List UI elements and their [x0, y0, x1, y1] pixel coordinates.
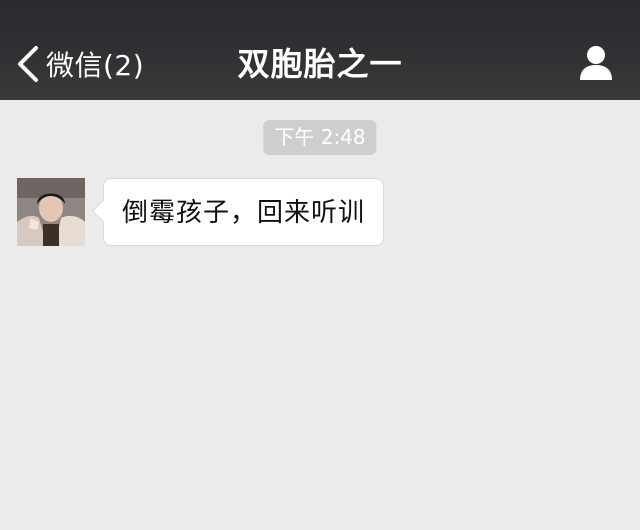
navigation-bar: 微信(2) 双胞胎之一 — [0, 0, 640, 100]
message-text: 倒霉孩子，回来听训 — [122, 198, 366, 228]
message-bubble[interactable]: 倒霉孩子，回来听训 — [91, 178, 385, 246]
avatar-image — [17, 178, 85, 246]
message-timestamp: 下午 2:48 — [263, 120, 377, 155]
user-avatar[interactable] — [17, 178, 85, 246]
person-icon — [580, 46, 612, 80]
bubble-tail — [91, 199, 115, 223]
chat-title: 双胞胎之一 — [237, 45, 403, 83]
chat-info-button[interactable] — [578, 44, 614, 82]
